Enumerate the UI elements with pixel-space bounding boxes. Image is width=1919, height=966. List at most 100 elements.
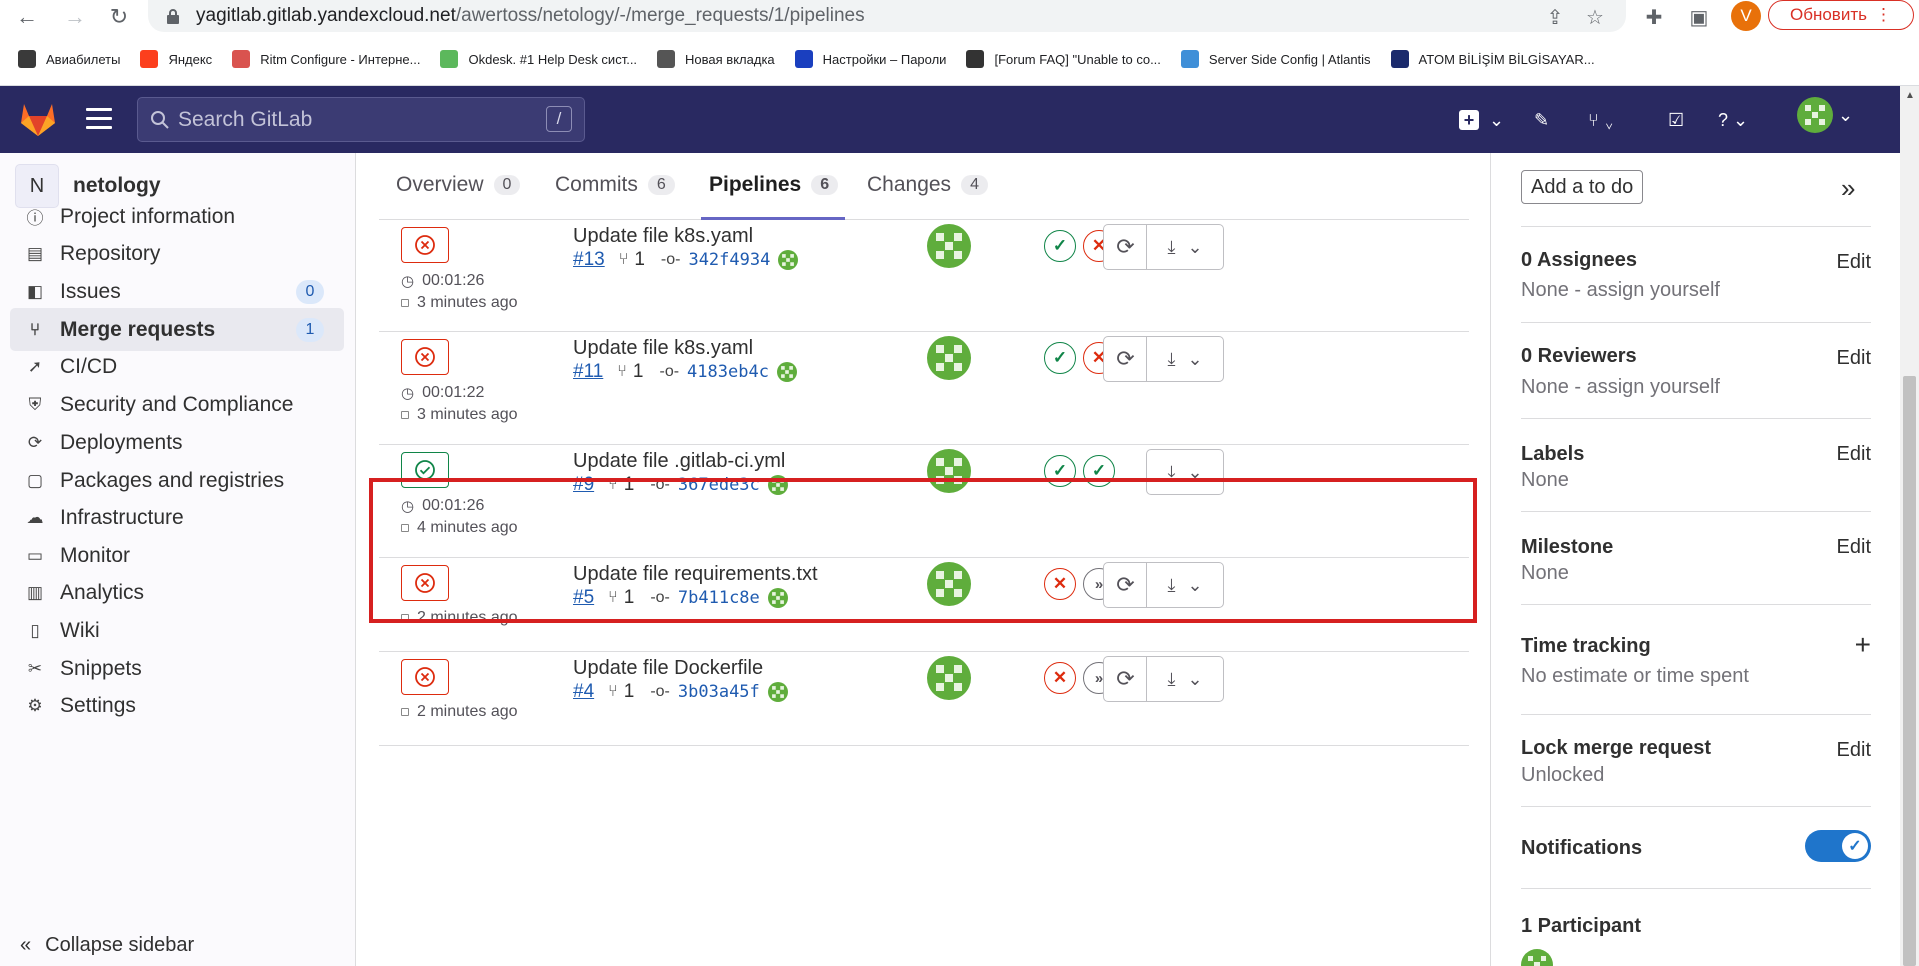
sidebar-item-analytics[interactable]: ▥ Analytics — [10, 571, 344, 614]
labels-title: Labels — [1521, 443, 1585, 465]
bookmark-label: ATOM BİLİŞİM BİLGİSAYAR... — [1418, 51, 1595, 67]
forward-icon[interactable]: → — [60, 2, 90, 32]
calendar-icon — [401, 708, 409, 716]
issues-icon: ◧ — [26, 281, 44, 301]
labels-value: None — [1521, 469, 1569, 491]
sidebar-item-infrastructure[interactable]: ☁ Infrastructure — [10, 496, 344, 539]
reload-icon[interactable]: ↻ — [104, 2, 134, 32]
share-icon[interactable]: ⇪ — [1542, 4, 1568, 30]
milestone-title: Milestone — [1521, 536, 1614, 558]
extensions-icon[interactable]: ✚ — [1641, 4, 1667, 30]
commit-sha-link[interactable]: 3b03a45f — [678, 682, 760, 702]
download-artifacts-button[interactable]: ⤓ ⌄ — [1146, 224, 1224, 270]
notifications-toggle[interactable]: ✓ — [1805, 830, 1871, 862]
bookmark-item[interactable]: Okdesk. #1 Help Desk сист... — [440, 50, 637, 68]
clock-icon: ◷ — [401, 273, 415, 290]
check-icon: ✓ — [1842, 833, 1868, 859]
download-artifacts-button[interactable]: ⤓ ⌄ — [1146, 656, 1224, 702]
edit-assignees-button[interactable]: Edit — [1837, 251, 1871, 274]
time-tracking-section: Time tracking No estimate or time spent … — [1521, 604, 1871, 704]
pipeline-duration: ◷ 00:01:22 — [401, 384, 485, 402]
commit-title[interactable]: Update file Dockerfile — [573, 657, 763, 680]
sidebar-item-ci-cd[interactable]: ➚ CI/CD — [10, 345, 344, 388]
triggerer-avatar[interactable] — [927, 336, 971, 380]
collapse-sidebar-button[interactable]: « Collapse sidebar — [20, 934, 194, 957]
gitlab-logo-icon[interactable] — [18, 100, 58, 138]
bookmark-item[interactable]: Авиабилеты — [18, 50, 120, 68]
create-new-icon[interactable]: + ⌄ — [1459, 106, 1504, 134]
triggerer-avatar[interactable] — [927, 656, 971, 700]
bookmark-item[interactable]: Ritm Configure - Интерне... — [232, 50, 420, 68]
issues-header-icon[interactable]: ✎ — [1534, 106, 1549, 134]
bookmark-star-icon[interactable]: ☆ — [1582, 4, 1608, 30]
pipeline-time-ago: 3 minutes ago — [401, 294, 518, 312]
help-icon[interactable]: ? ⌄ — [1718, 106, 1748, 134]
commit-title[interactable]: Update file k8s.yaml — [573, 337, 753, 360]
sidebar-item-issues[interactable]: ◧ Issues 0 — [10, 270, 344, 313]
retry-button[interactable]: ⟳ — [1103, 336, 1148, 382]
download-artifacts-button[interactable]: ⤓ ⌄ — [1146, 336, 1224, 382]
bookmark-item[interactable]: Яндекс — [140, 50, 212, 68]
deployments-icon: ⟳ — [27, 432, 43, 452]
bookmark-item[interactable]: Новая вкладка — [657, 50, 775, 68]
commit-title[interactable]: Update file k8s.yaml — [573, 225, 753, 248]
sidebar-item-label: Project information — [60, 204, 236, 228]
sidebar-item-repository[interactable]: ▤ Repository — [10, 232, 344, 275]
scrollbar-thumb[interactable] — [1903, 376, 1916, 966]
profile-avatar[interactable]: V — [1731, 1, 1761, 31]
merge-requests-header-icon[interactable]: ⑂ ⌄ — [1588, 106, 1615, 134]
pipeline-id-link[interactable]: #13 — [573, 249, 605, 271]
retry-button[interactable]: ⟳ — [1103, 224, 1148, 270]
commit-sha-link[interactable]: 4183eb4c — [687, 362, 769, 382]
commit-sha-link[interactable]: 342f4934 — [688, 250, 770, 270]
bookmark-item[interactable]: [Forum FAQ] "Unable to co... — [966, 50, 1161, 68]
edit-labels-button[interactable]: Edit — [1837, 443, 1871, 466]
page-scrollbar[interactable]: ▲ — [1900, 86, 1919, 966]
commit-author-avatar[interactable] — [778, 250, 799, 270]
stage-failed-icon[interactable]: ✕ — [1044, 662, 1076, 694]
commit-author-avatar[interactable] — [767, 682, 788, 702]
tab-changes[interactable]: Changes 4 — [867, 173, 988, 197]
edit-reviewers-button[interactable]: Edit — [1837, 347, 1871, 370]
side-panel-icon[interactable]: ▣ — [1686, 4, 1712, 30]
add-todo-button[interactable]: Add a to do — [1521, 170, 1644, 204]
sidebar-item-security-and-compliance[interactable]: ⛨ Security and Compliance — [10, 383, 344, 426]
search-input[interactable]: Search GitLab / — [137, 97, 585, 142]
back-icon[interactable]: ← — [12, 2, 42, 32]
assignees-value[interactable]: None - assign yourself — [1521, 279, 1720, 302]
todos-header-icon[interactable]: ☑ — [1668, 106, 1684, 134]
update-browser-button[interactable]: Обновить ⋮ — [1768, 0, 1914, 30]
commit-info: #13 ⑂ 1 -o- 342f4934 — [573, 249, 799, 271]
tab-pipelines[interactable]: Pipelines 6 — [709, 173, 839, 197]
sidebar-item-settings[interactable]: ⚙ Settings — [10, 684, 344, 727]
collapse-right-sidebar-icon[interactable]: » — [1841, 173, 1855, 204]
retry-button[interactable]: ⟳ — [1103, 656, 1148, 702]
reviewers-value[interactable]: None - assign yourself — [1521, 376, 1720, 399]
edit-milestone-button[interactable]: Edit — [1837, 536, 1871, 559]
add-time-icon[interactable]: + — [1855, 629, 1871, 661]
triggerer-avatar[interactable] — [927, 224, 971, 268]
tab-overview[interactable]: Overview 0 — [396, 173, 521, 197]
stage-passed-icon[interactable]: ✓ — [1044, 230, 1076, 262]
address-bar[interactable]: yagitlab.gitlab.yandexcloud.net/awertoss… — [148, 0, 1626, 32]
participant-avatar[interactable] — [1521, 949, 1553, 966]
stage-passed-icon[interactable]: ✓ — [1044, 342, 1076, 374]
tab-commits[interactable]: Commits 6 — [555, 173, 675, 197]
bookmark-item[interactable]: Server Side Config | Atlantis — [1180, 50, 1371, 68]
bookmark-item[interactable]: ATOM BİLİŞİM BİLGİSAYAR... — [1390, 50, 1595, 68]
sidebar-item-wiki[interactable]: ▯ Wiki — [10, 609, 344, 652]
pipeline-status-failed-badge[interactable] — [401, 659, 449, 695]
pipeline-id-link[interactable]: #4 — [573, 681, 594, 703]
commit-author-avatar[interactable] — [776, 362, 797, 382]
commit-title[interactable]: Update file .gitlab-ci.yml — [573, 450, 785, 473]
lock-title: Lock merge request — [1521, 737, 1712, 759]
pipeline-id-link[interactable]: #11 — [573, 361, 603, 383]
url-path: /awertoss/netology/-/merge_requests/1/pi… — [455, 5, 865, 26]
pipeline-status-failed-badge[interactable] — [401, 339, 449, 375]
user-avatar[interactable]: ⌄ — [1797, 97, 1853, 133]
edit-lock-button[interactable]: Edit — [1837, 739, 1871, 762]
menu-icon[interactable] — [86, 108, 112, 130]
pipeline-status-failed-badge[interactable] — [401, 227, 449, 263]
bookmark-item[interactable]: Настройки – Пароли — [794, 50, 946, 68]
sidebar-item-deployments[interactable]: ⟳ Deployments — [10, 421, 344, 464]
